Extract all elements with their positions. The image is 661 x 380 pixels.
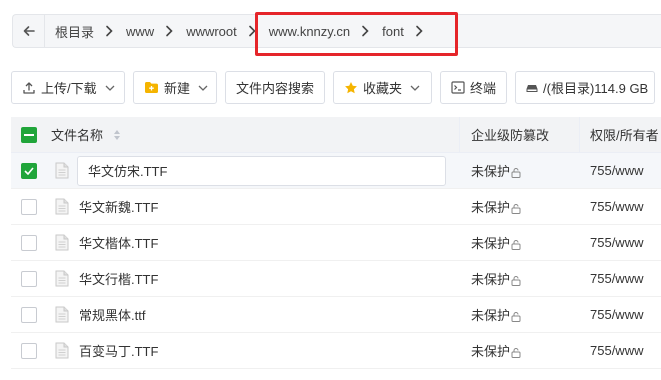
permission-owner[interactable]: 755/www <box>590 307 643 322</box>
chevron-right-icon[interactable] <box>412 15 426 47</box>
chevron-down-icon <box>105 85 115 91</box>
protection-status: 未保护 <box>471 308 511 323</box>
file-icon <box>55 198 69 215</box>
back-button[interactable] <box>13 15 45 47</box>
permission-owner[interactable]: 755/www <box>590 235 643 250</box>
file-name[interactable]: 华文行楷.TTF <box>79 269 158 288</box>
sort-icon[interactable] <box>113 129 121 141</box>
terminal-button[interactable]: 终端 <box>440 71 507 104</box>
header-protection: 企业级防篡改 <box>471 128 550 143</box>
table-row[interactable]: 华文新魏.TTF 未保护 755/www <box>11 189 661 225</box>
breadcrumb-site[interactable]: www.knnzy.cn <box>259 24 358 39</box>
table-row[interactable]: 常规黑体.ttf 未保护 755/www <box>11 297 661 333</box>
breadcrumb-wwwroot[interactable]: wwwroot <box>176 24 245 39</box>
chevron-down-icon <box>410 85 420 91</box>
upload-icon <box>22 81 36 95</box>
row-checkbox[interactable] <box>21 198 37 215</box>
lock-icon[interactable] <box>511 311 521 322</box>
breadcrumb-font[interactable]: font <box>372 24 412 39</box>
favorites-label: 收藏夹 <box>363 81 403 96</box>
rename-input[interactable]: 华文仿宋.TTF <box>77 155 446 186</box>
permission-owner[interactable]: 755/www <box>590 199 643 214</box>
header-name[interactable]: 文件名称 <box>51 125 103 144</box>
file-name[interactable]: 华文楷体.TTF <box>79 233 158 252</box>
folder-icon <box>144 81 159 94</box>
upload-download-button[interactable]: 上传/下载 <box>11 71 125 104</box>
row-checkbox[interactable] <box>21 234 37 251</box>
file-content-search-label: 文件内容搜索 <box>236 81 315 96</box>
lock-icon[interactable] <box>511 167 521 178</box>
breadcrumb-root[interactable]: 根目录 <box>45 22 102 41</box>
table-header: 文件名称 企业级防篡改 权限/所有者 <box>11 117 661 153</box>
file-name[interactable]: 百变马丁.TTF <box>79 341 158 360</box>
chevron-right-icon[interactable] <box>358 15 372 47</box>
permission-owner[interactable]: 755/www <box>590 271 643 286</box>
breadcrumb-www[interactable]: www <box>116 24 162 39</box>
star-icon <box>344 81 358 95</box>
file-name[interactable]: 华文新魏.TTF <box>79 197 158 216</box>
lock-icon[interactable] <box>511 239 521 250</box>
terminal-icon <box>451 81 465 94</box>
lock-icon[interactable] <box>511 275 521 286</box>
permission-owner[interactable]: 755/www <box>590 163 643 178</box>
row-checkbox[interactable] <box>21 270 37 287</box>
disk-icon <box>526 83 538 93</box>
row-checkbox[interactable] <box>21 162 37 179</box>
chevron-down-icon <box>198 85 208 91</box>
file-icon <box>55 306 69 323</box>
favorites-button[interactable]: 收藏夹 <box>333 71 432 104</box>
rename-input-value: 华文仿宋.TTF <box>88 164 168 179</box>
upload-download-label: 上传/下载 <box>41 81 97 96</box>
row-checkbox[interactable] <box>21 342 37 359</box>
header-permission: 权限/所有者 <box>590 128 659 143</box>
lock-icon[interactable] <box>511 347 521 358</box>
chevron-right-icon[interactable] <box>102 15 116 47</box>
permission-owner[interactable]: 755/www <box>590 343 643 358</box>
breadcrumb: 根目录 www wwwroot www.knnzy.cn font <box>12 14 661 48</box>
protection-status: 未保护 <box>471 272 511 287</box>
protection-status: 未保护 <box>471 200 511 215</box>
file-icon <box>55 342 69 359</box>
protection-status: 未保护 <box>471 164 511 179</box>
row-checkbox[interactable] <box>21 306 37 323</box>
new-label: 新建 <box>164 81 191 96</box>
protection-status: 未保护 <box>471 344 511 359</box>
table-row[interactable]: 华文仿宋.TTF 未保护 755/www <box>11 153 661 189</box>
select-all-checkbox[interactable] <box>21 126 37 143</box>
toolbar: 上传/下载 新建 文件内容搜索 收藏夹 终端 /(根目录)114.9 GB <box>11 71 655 104</box>
arrow-left-icon <box>23 26 35 36</box>
protection-status: 未保护 <box>471 236 511 251</box>
disk-label: /(根目录)114.9 GB <box>543 81 649 96</box>
file-name[interactable]: 常规黑体.ttf <box>79 305 145 324</box>
table-row[interactable]: 华文行楷.TTF 未保护 755/www <box>11 261 661 297</box>
disk-button[interactable]: /(根目录)114.9 GB <box>515 71 655 104</box>
table-row[interactable]: 华文楷体.TTF 未保护 755/www <box>11 225 661 261</box>
chevron-right-icon[interactable] <box>245 15 259 47</box>
table-row[interactable]: 百变马丁.TTF 未保护 755/www <box>11 333 661 369</box>
file-icon <box>55 270 69 287</box>
file-table: 文件名称 企业级防篡改 权限/所有者 华文仿宋.TTF 未保护 755/www <box>11 117 661 369</box>
lock-icon[interactable] <box>511 203 521 214</box>
terminal-label: 终端 <box>470 81 497 96</box>
file-icon <box>55 162 69 179</box>
new-button[interactable]: 新建 <box>133 71 217 104</box>
file-content-search-button[interactable]: 文件内容搜索 <box>225 71 325 104</box>
file-icon <box>55 234 69 251</box>
chevron-right-icon[interactable] <box>162 15 176 47</box>
